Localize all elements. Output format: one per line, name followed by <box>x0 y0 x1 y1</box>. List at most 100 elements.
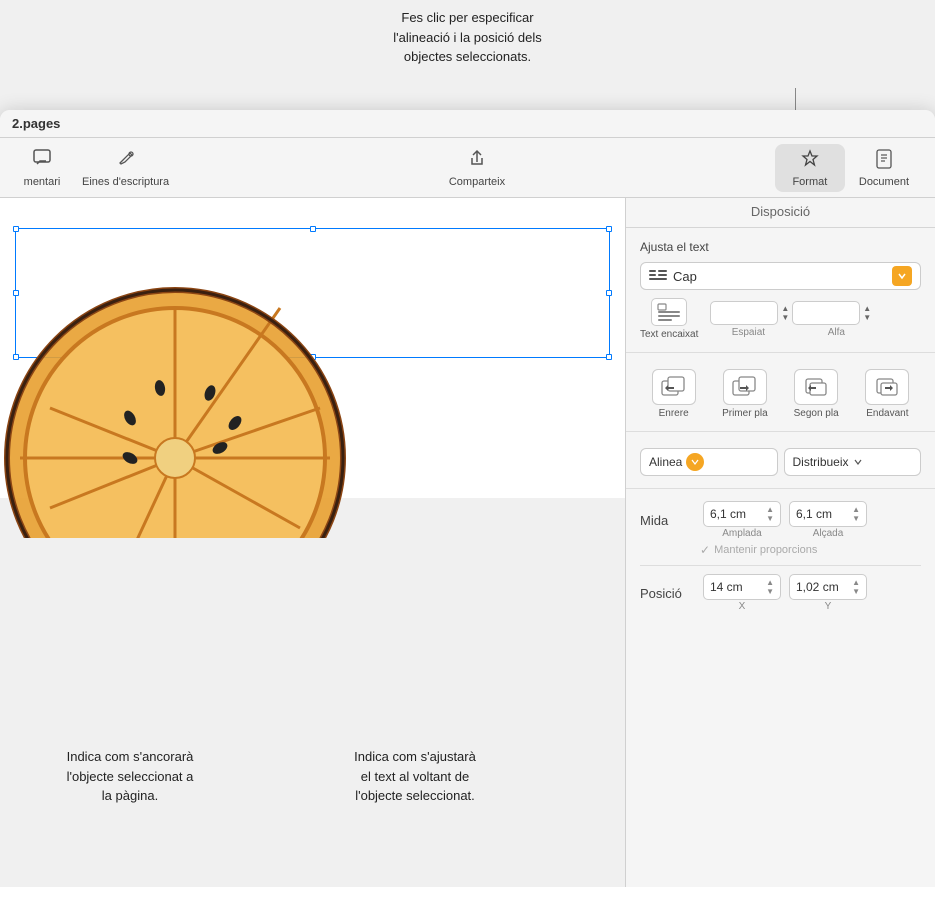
main-window: 2.pages mentari Eines d'escriptura <box>0 110 935 910</box>
width-field-group: 6,1 cm ▲ ▼ Amplada <box>703 501 781 539</box>
align-row: Alinea Distribueix <box>640 448 921 476</box>
tooltip-line1: Fes clic per especificar <box>401 10 533 25</box>
width-up-arrow[interactable]: ▲ <box>766 505 774 514</box>
height-field[interactable]: 6,1 cm ▲ ▼ <box>789 501 867 527</box>
espaiat-field-label: Espaiat <box>714 327 782 338</box>
x-field[interactable]: 14 cm ▲ ▼ <box>703 574 781 600</box>
text-encaixat-btn[interactable]: Text encaixat <box>640 298 698 340</box>
x-value: 14 cm <box>710 580 743 594</box>
x-down-arrow[interactable]: ▼ <box>766 587 774 596</box>
distribute-dropdown-arrow <box>853 457 863 467</box>
sidebar-section-title: Disposició <box>626 198 935 228</box>
wrap-text-label: Ajusta el text <box>640 240 921 254</box>
canvas-area: 7 8 <box>0 198 625 887</box>
inline-controls: Text encaixat ▲ ▼ <box>640 298 921 340</box>
size-label-text: Mida <box>640 513 695 528</box>
height-down-arrow[interactable]: ▼ <box>852 514 860 523</box>
wrap-dropdown[interactable]: Cap <box>640 262 921 290</box>
comment-button[interactable]: mentari <box>12 144 72 192</box>
tooltip-line2: l'alineació i la posició dels <box>393 30 541 45</box>
width-field[interactable]: 6,1 cm ▲ ▼ <box>703 501 781 527</box>
enrere-icon <box>652 369 696 405</box>
position-label: Posició <box>640 586 695 601</box>
segon-pla-button[interactable]: Segon pla <box>783 369 850 419</box>
annotation-left-line1: Indica com s'ancorarà <box>67 749 194 764</box>
y-up-arrow[interactable]: ▲ <box>852 578 860 587</box>
y-field-group: 1,02 cm ▲ ▼ Y <box>789 574 867 612</box>
text-encaixat-label: Text encaixat <box>640 329 698 340</box>
width-down-arrow[interactable]: ▼ <box>766 514 774 523</box>
document-icon <box>874 148 894 173</box>
format-icon <box>799 148 821 173</box>
checkmark-icon: ✓ <box>700 543 710 557</box>
segon-pla-icon <box>794 369 838 405</box>
tooltip-text: Fes clic per especificar l'alineació i l… <box>393 8 541 67</box>
annotation-right-line2: el text al voltant de <box>361 769 469 784</box>
wrap-text-section: Ajusta el text Cap <box>626 228 935 353</box>
format-button[interactable]: Format <box>775 144 845 192</box>
size-row: Mida 6,1 cm ▲ ▼ Amplada 6, <box>640 501 921 539</box>
distribute-dropdown[interactable]: Distribueix <box>784 448 922 476</box>
height-label: Alçada <box>813 528 844 539</box>
orange-illustration <box>0 258 350 538</box>
height-value: 6,1 cm <box>796 507 832 521</box>
y-label: Y <box>825 601 832 612</box>
segon-pla-label: Segon pla <box>794 408 839 419</box>
page-content: Indica com s'ancorarà l'objecte seleccio… <box>0 198 625 887</box>
format-label: Format <box>792 176 827 188</box>
text-encaixat-icon-box <box>651 298 687 326</box>
maintain-label: Mantenir proporcions <box>714 544 817 556</box>
wrap-none-text: Cap <box>673 269 697 284</box>
primer-pla-label: Primer pla <box>722 408 768 419</box>
width-label: Amplada <box>722 528 761 539</box>
writing-tools-label: Eines d'escriptura <box>82 176 169 188</box>
toolbar: mentari Eines d'escriptura Comparteix <box>0 138 935 198</box>
height-field-group: 6,1 cm ▲ ▼ Alçada <box>789 501 867 539</box>
x-up-arrow[interactable]: ▲ <box>766 578 774 587</box>
section-divider <box>640 565 921 566</box>
comment-label: mentari <box>24 176 61 188</box>
espaiat-input[interactable] <box>710 301 778 325</box>
enrere-button[interactable]: Enrere <box>640 369 707 419</box>
text-encaixat-icon <box>657 302 681 322</box>
maintain-ratio: ✓ Mantenir proporcions <box>700 543 921 557</box>
alfa-stepper[interactable]: ▲ ▼ <box>863 304 871 322</box>
annotation-left-line2: l'objecte seleccionat a <box>67 769 194 784</box>
share-label: Comparteix <box>449 176 505 188</box>
height-up-arrow[interactable]: ▲ <box>852 505 860 514</box>
y-field[interactable]: 1,02 cm ▲ ▼ <box>789 574 867 600</box>
align-text: Alinea <box>649 455 682 469</box>
wrap-dropdown-icon <box>649 269 667 283</box>
handle-top-left[interactable] <box>13 226 19 232</box>
share-button[interactable]: Comparteix <box>439 144 515 192</box>
annotation-left: Indica com s'ancorarà l'objecte seleccio… <box>20 747 240 806</box>
handle-right-middle[interactable] <box>606 290 612 296</box>
position-row: Posició 14 cm ▲ ▼ X 1,02 c <box>640 574 921 612</box>
wrap-dropdown-content: Cap <box>649 269 697 284</box>
layer-buttons: Enrere Primer pla <box>640 369 921 419</box>
content-area: 7 8 <box>0 198 935 887</box>
distribute-text: Distribueix <box>793 455 849 469</box>
titlebar: 2.pages <box>0 110 935 138</box>
handle-top-center[interactable] <box>310 226 316 232</box>
sidebar: Disposició Ajusta el text Cap <box>625 198 935 887</box>
alfa-input[interactable] <box>792 301 860 325</box>
endavant-button[interactable]: Endavant <box>854 369 921 419</box>
writing-tools-button[interactable]: Eines d'escriptura <box>72 144 179 192</box>
document-label: Document <box>859 176 909 188</box>
handle-bottom-right[interactable] <box>606 354 612 360</box>
layer-section: Enrere Primer pla <box>626 353 935 432</box>
primer-pla-button[interactable]: Primer pla <box>711 369 778 419</box>
x-label: X <box>739 601 746 612</box>
handle-top-right[interactable] <box>606 226 612 232</box>
align-dropdown-arrow <box>686 453 704 471</box>
document-button[interactable]: Document <box>845 144 923 192</box>
comment-icon <box>32 148 52 173</box>
espaiat-stepper[interactable]: ▲ ▼ <box>781 304 789 322</box>
annotation-right-line3: l'objecte seleccionat. <box>355 788 475 803</box>
y-down-arrow[interactable]: ▼ <box>852 587 860 596</box>
align-dropdown[interactable]: Alinea <box>640 448 778 476</box>
size-section: Mida 6,1 cm ▲ ▼ Amplada 6, <box>626 489 935 628</box>
enrere-label: Enrere <box>659 408 689 419</box>
endavant-icon <box>865 369 909 405</box>
